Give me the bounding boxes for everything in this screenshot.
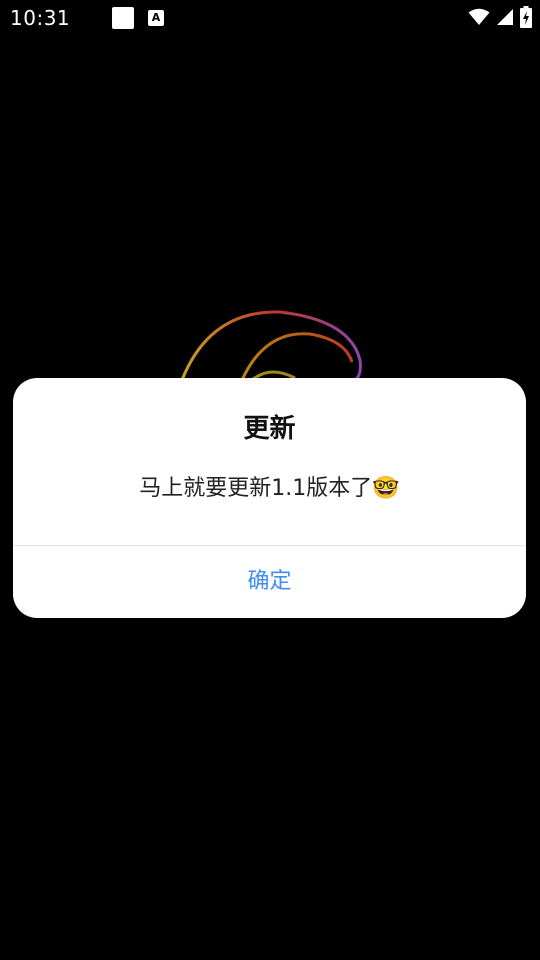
- status-time: 10:31: [10, 6, 71, 30]
- dialog-message: 马上就要更新1.1版本了🤓: [139, 476, 400, 501]
- notification-a-icon: A: [148, 10, 164, 26]
- notification-app-icon: [112, 7, 134, 29]
- update-dialog: 更新 马上就要更新1.1版本了🤓 确定: [13, 378, 526, 618]
- battery-charging-icon: [520, 6, 532, 28]
- wifi-icon: [468, 8, 490, 26]
- status-bar: 10:31 A: [0, 0, 540, 38]
- system-icons: [468, 6, 532, 28]
- confirm-button[interactable]: 确定: [13, 546, 526, 618]
- dialog-title: 更新: [243, 414, 296, 444]
- app-screen: 10:31 A 更新 马上就要更新1.1版本了🤓 确定: [0, 0, 540, 960]
- cell-signal-icon: [496, 8, 514, 26]
